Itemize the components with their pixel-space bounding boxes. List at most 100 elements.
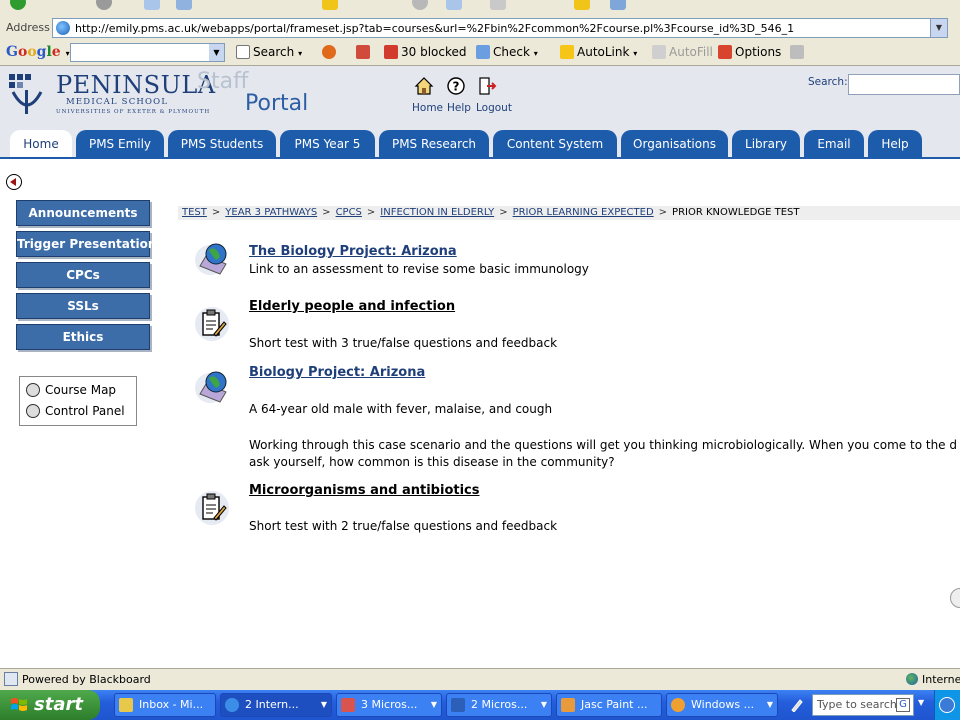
breadcrumb-link[interactable]: PRIOR LEARNING EXPECTED — [513, 207, 654, 218]
course-map-icon — [26, 383, 40, 397]
sidebar-cpcs-button[interactable]: CPCs — [16, 262, 150, 288]
back-icon[interactable] — [10, 0, 26, 10]
refresh-icon[interactable] — [96, 0, 112, 10]
status-bar: Powered by Blackboard Interne — [0, 668, 960, 690]
taskbar-search-input[interactable]: Type to search G — [812, 694, 914, 716]
content-item-description: A 64-year old male with fever, malaise, … — [249, 402, 553, 416]
address-dropdown-icon[interactable]: ▼ — [930, 19, 947, 37]
tab-underline — [0, 157, 960, 159]
taskbar-search-dropdown-icon[interactable]: ▼ — [918, 698, 924, 707]
scroll-knob-icon[interactable] — [950, 588, 960, 608]
tab-pms-research[interactable]: PMS Research — [379, 130, 489, 158]
course-map-link[interactable]: Course Map — [26, 383, 116, 397]
taskbar-button-jasc-paint[interactable]: Jasc Paint ... — [556, 693, 662, 717]
content-item-title[interactable]: Microorganisms and antibiotics — [249, 483, 479, 498]
tab-library[interactable]: Library — [732, 130, 800, 158]
pen-icon[interactable] — [790, 698, 804, 712]
taskbar-button-word[interactable]: 2 Micros... ▼ — [446, 693, 552, 717]
taskbar-button-powerpoint[interactable]: 3 Micros... ▼ — [336, 693, 442, 717]
mail-icon[interactable] — [446, 0, 462, 10]
collapse-menu-icon[interactable] — [6, 174, 22, 190]
outlook-icon — [119, 698, 133, 712]
google-toolbar: Google ▾ ▼ Search ▾ 30 blocked Check ▾ A… — [0, 41, 960, 65]
help-nav-label[interactable]: Help — [447, 102, 471, 114]
tab-bar: Home PMS Emily PMS Students PMS Year 5 P… — [0, 130, 960, 158]
portal-title: Portal — [245, 91, 309, 116]
popup-blocker-icon — [384, 45, 398, 59]
content-item-title[interactable]: The Biology Project: Arizona — [249, 244, 457, 259]
taskbar-search-placeholder: Type to search — [817, 698, 897, 711]
google-input-dropdown-icon[interactable]: ▼ — [209, 44, 224, 61]
pms-logo-universities: UNIVERSITIES OF EXETER & PLYMOUTH — [56, 109, 211, 115]
search-icon[interactable] — [176, 0, 192, 10]
content-item-title[interactable]: Elderly people and infection — [249, 299, 455, 314]
pms-logo-text: PENINSULA — [56, 71, 216, 99]
tab-help[interactable]: Help — [868, 130, 922, 158]
popup-blocker-button[interactable]: 30 blocked — [384, 45, 467, 59]
address-label: Address — [6, 21, 50, 34]
google-desktop-icon[interactable]: G — [896, 698, 910, 712]
tab-email[interactable]: Email — [804, 130, 864, 158]
content-item-title[interactable]: Biology Project: Arizona — [249, 365, 425, 380]
internet-zone-icon — [906, 673, 918, 685]
breadcrumb-link[interactable]: YEAR 3 PATHWAYS — [225, 207, 317, 218]
logout-nav-icon[interactable] — [477, 76, 497, 96]
messenger-icon[interactable] — [574, 0, 590, 10]
tools-panel: Course Map Control Panel — [19, 376, 137, 426]
word-icon — [451, 698, 465, 712]
autofill-button[interactable]: AutoFill — [652, 45, 713, 59]
research-icon[interactable] — [610, 0, 626, 10]
home-nav-label[interactable]: Home — [412, 102, 443, 114]
staff-label: Staff — [197, 69, 249, 94]
content-item-description: Short test with 3 true/false questions a… — [249, 336, 558, 350]
start-button[interactable]: start — [0, 690, 100, 720]
options-icon — [718, 45, 732, 59]
pagerank-icon[interactable] — [322, 45, 339, 59]
portal-search-input[interactable] — [848, 74, 960, 95]
home-icon[interactable] — [144, 0, 160, 10]
google-search-input[interactable]: ▼ — [70, 43, 225, 62]
print-icon[interactable] — [490, 0, 506, 10]
test-clipboard-icon — [195, 491, 229, 525]
taskbar-button-internet-explorer[interactable]: 2 Intern... ▼ — [220, 693, 332, 717]
sidebar-trigger-presentations-button[interactable]: Trigger Presentations — [16, 231, 164, 257]
taskbar-button-windows[interactable]: Windows ... ▼ — [666, 693, 778, 717]
control-panel-link[interactable]: Control Panel — [26, 404, 125, 418]
status-text: Powered by Blackboard — [22, 673, 151, 686]
sidebar-announcements-button[interactable]: Announcements — [16, 200, 150, 226]
svg-text:?: ? — [453, 80, 460, 94]
internet-zone: Interne — [906, 673, 960, 686]
address-url[interactable]: http://emily.pms.ac.uk/webapps/portal/fr… — [75, 22, 794, 35]
test-clipboard-icon — [195, 307, 229, 341]
address-input[interactable]: http://emily.pms.ac.uk/webapps/portal/fr… — [52, 18, 948, 38]
breadcrumb-link[interactable]: CPCS — [336, 207, 362, 218]
google-logo[interactable]: Google ▾ — [6, 44, 70, 60]
breadcrumb-link[interactable]: INFECTION IN ELDERLY — [380, 207, 494, 218]
help-nav-icon[interactable]: ? — [446, 76, 466, 96]
tab-content-system[interactable]: Content System — [493, 130, 617, 158]
breadcrumb-current: PRIOR KNOWLEDGE TEST — [672, 207, 800, 218]
history-icon[interactable] — [412, 0, 428, 10]
news-icon[interactable] — [356, 45, 373, 59]
autolink-button[interactable]: AutoLink ▾ — [560, 45, 637, 59]
tab-pms-emily[interactable]: PMS Emily — [76, 130, 164, 158]
spellcheck-button[interactable]: Check ▾ — [476, 45, 538, 59]
highlighter-icon[interactable] — [790, 45, 807, 59]
google-search-button[interactable]: Search ▾ — [236, 45, 302, 59]
portal-header: PENINSULA MEDICAL SCHOOL UNIVERSITIES OF… — [0, 66, 960, 130]
taskbar: start Inbox - Mi... 2 Intern... ▼ 3 Micro… — [0, 690, 960, 720]
sidebar-ssls-button[interactable]: SSLs — [16, 293, 150, 319]
taskbar-button-inbox[interactable]: Inbox - Mi... — [114, 693, 216, 717]
favorites-icon[interactable] — [322, 0, 338, 10]
tab-organisations[interactable]: Organisations — [621, 130, 728, 158]
options-button[interactable]: Options — [718, 45, 781, 59]
tab-home[interactable]: Home — [10, 130, 72, 158]
home-nav-icon[interactable] — [414, 76, 434, 96]
tab-pms-students[interactable]: PMS Students — [168, 130, 276, 158]
windows-app-icon — [671, 698, 685, 712]
logout-nav-label[interactable]: Logout — [476, 102, 512, 114]
tray-app-icon[interactable] — [939, 697, 955, 713]
tab-pms-year-5[interactable]: PMS Year 5 — [280, 130, 375, 158]
breadcrumb-link[interactable]: TEST — [182, 207, 207, 218]
sidebar-ethics-button[interactable]: Ethics — [16, 324, 150, 350]
